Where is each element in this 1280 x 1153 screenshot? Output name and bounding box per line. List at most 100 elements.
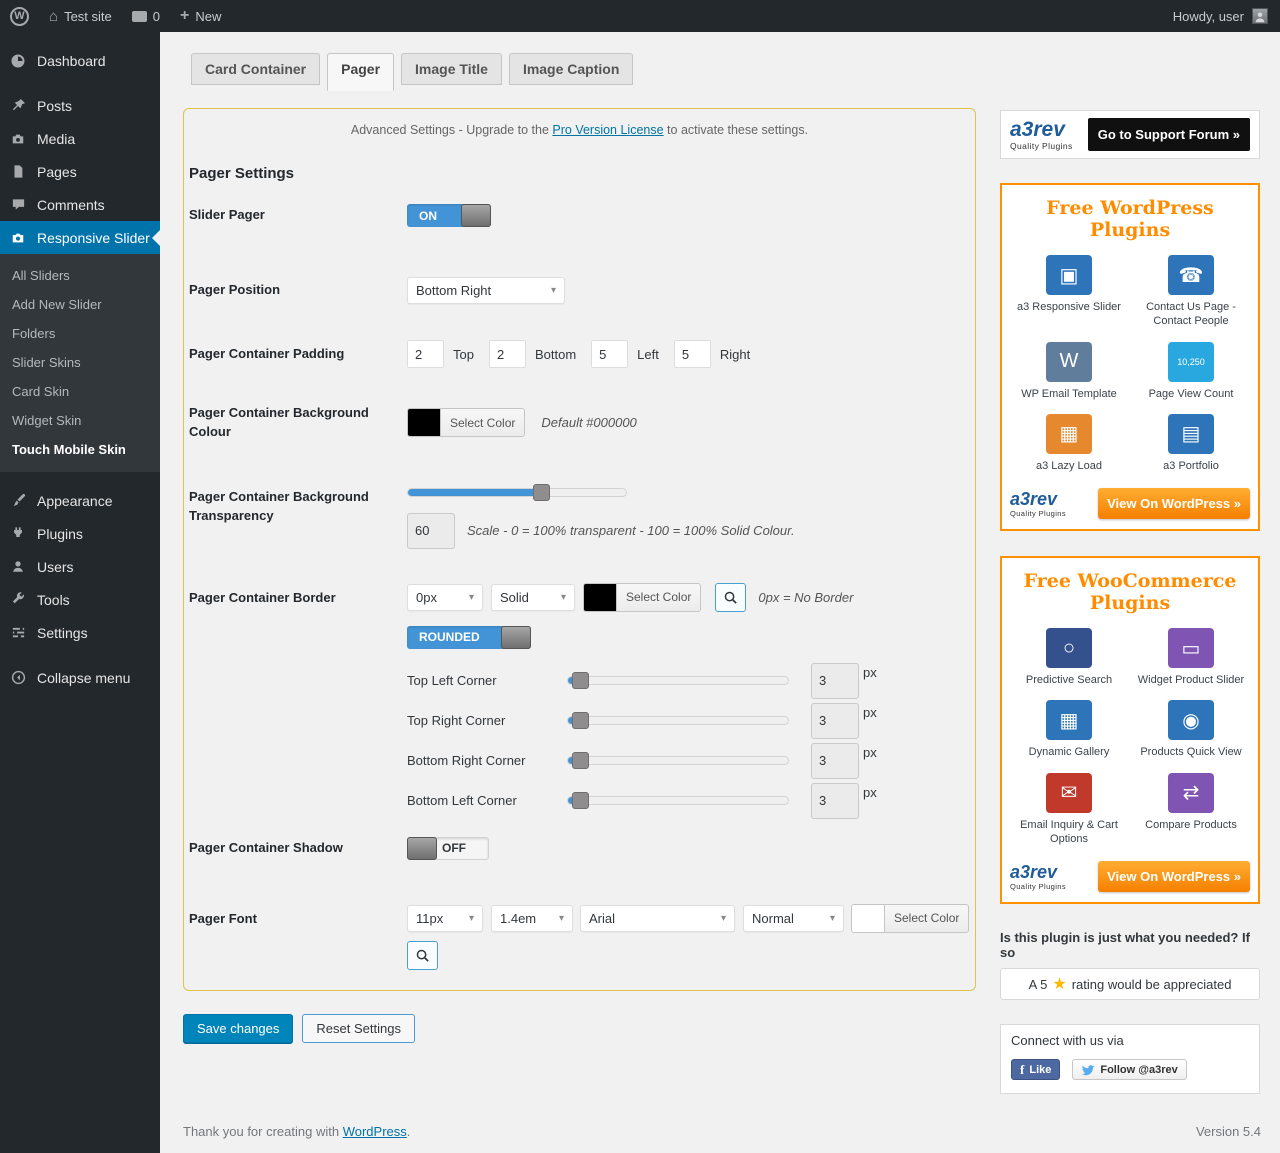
plugin-dynamic-gallery[interactable]: ▦ Dynamic Gallery <box>1008 700 1130 759</box>
padding-right-input[interactable] <box>674 340 711 368</box>
widget-product-slider-icon: ▭ <box>1168 628 1214 668</box>
chevron-down-icon: ▾ <box>721 913 726 924</box>
sidebar-item-tools[interactable]: Tools <box>0 583 160 616</box>
slider-pager-toggle[interactable]: ON <box>407 204 491 227</box>
save-changes-button[interactable]: Save changes <box>183 1014 293 1043</box>
border-style-select[interactable]: Solid ▾ <box>491 584 575 611</box>
support-forum-button[interactable]: Go to Support Forum » <box>1088 118 1250 151</box>
account-menu[interactable]: Howdy, user <box>1173 8 1280 24</box>
upgrade-notice: Advanced Settings - Upgrade to the Pro V… <box>187 109 972 137</box>
submenu-touch-mobile-skin[interactable]: Touch Mobile Skin <box>0 435 160 464</box>
facebook-like-button[interactable]: f Like <box>1011 1059 1060 1080</box>
a3-responsive-slider-icon: ▣ <box>1046 255 1092 295</box>
plugin-wp-email-template[interactable]: W WP Email Template <box>1008 342 1130 401</box>
corner-unit-label: px <box>863 705 877 720</box>
a3rev-logo[interactable]: a3rev Quality Plugins <box>1010 863 1066 891</box>
font-family-select[interactable]: Arial ▾ <box>580 905 735 932</box>
plugin-products-quick-view[interactable]: ◉ Products Quick View <box>1130 700 1252 759</box>
tab-image-title[interactable]: Image Title <box>401 53 502 85</box>
plugin-predictive-search[interactable]: ○ Predictive Search <box>1008 628 1130 687</box>
new-content-menu[interactable]: + New <box>170 0 231 32</box>
view-on-wordpress-button[interactable]: View On WordPress » <box>1098 488 1250 519</box>
submenu-slider-skins[interactable]: Slider Skins <box>0 348 160 377</box>
corner-slider-handle[interactable] <box>572 672 589 689</box>
posts-icon <box>8 97 28 114</box>
submenu-all-sliders[interactable]: All Sliders <box>0 261 160 290</box>
transparency-value-input[interactable] <box>407 513 455 549</box>
font-size-select[interactable]: 11px ▾ <box>407 905 483 932</box>
border-colour-picker-button[interactable]: Select Color <box>583 583 701 612</box>
wordpress-logo-menu[interactable]: W <box>0 0 39 32</box>
sidebar-item-appearance[interactable]: Appearance <box>0 484 160 517</box>
shadow-toggle[interactable]: OFF <box>407 837 489 860</box>
plugin-compare-products[interactable]: ⇄ Compare Products <box>1130 773 1252 847</box>
corner-value-input[interactable] <box>811 663 859 699</box>
font-weight-select[interactable]: Normal ▾ <box>743 905 844 932</box>
tab-card-container[interactable]: Card Container <box>191 53 320 85</box>
plugin-email-inquiry-cart-options[interactable]: ✉ Email Inquiry & Cart Options <box>1008 773 1130 847</box>
sidebar-item-media[interactable]: Media <box>0 122 160 155</box>
corner-value-input[interactable] <box>811 783 859 819</box>
toggle-handle[interactable] <box>461 204 491 227</box>
a3rev-logo[interactable]: a3rev Quality Plugins <box>1010 119 1073 151</box>
rating-link[interactable]: A 5 ★ rating would be appreciated <box>1000 968 1260 1000</box>
border-rounded-toggle[interactable]: ROUNDED <box>407 626 531 649</box>
corner-slider-handle[interactable] <box>572 792 589 809</box>
sidebar-item-plugins[interactable]: Plugins <box>0 517 160 550</box>
toggle-handle[interactable] <box>407 837 437 860</box>
comments-admin-bar-link[interactable]: 0 <box>122 0 170 32</box>
a3rev-logo[interactable]: a3rev Quality Plugins <box>1010 490 1066 518</box>
plugin-a3-lazy-load[interactable]: ▦ a3 Lazy Load <box>1008 414 1130 473</box>
home-icon: ⌂ <box>49 9 58 24</box>
corner-slider[interactable] <box>567 676 789 685</box>
padding-left-input[interactable] <box>591 340 628 368</box>
submenu-folders[interactable]: Folders <box>0 319 160 348</box>
corner-slider-handle[interactable] <box>572 712 589 729</box>
sidebar-item-dashboard[interactable]: Dashboard <box>0 44 160 77</box>
chevron-down-icon: ▾ <box>551 285 556 296</box>
font-colour-picker-button[interactable]: Select Color <box>851 904 969 933</box>
font-preview-button[interactable] <box>407 941 438 970</box>
transparency-slider[interactable] <box>407 488 627 497</box>
toggle-handle[interactable] <box>501 626 531 649</box>
sidebar-item-responsive-slider[interactable]: Responsive Slider <box>0 221 160 254</box>
plugin-widget-product-slider[interactable]: ▭ Widget Product Slider <box>1130 628 1252 687</box>
border-width-select[interactable]: 0px ▾ <box>407 584 483 611</box>
reset-settings-button[interactable]: Reset Settings <box>302 1014 415 1043</box>
padding-bottom-input[interactable] <box>489 340 526 368</box>
pro-version-license-link[interactable]: Pro Version License <box>552 123 663 137</box>
tab-pager[interactable]: Pager <box>327 53 394 91</box>
sidebar-item-collapse-menu[interactable]: Collapse menu <box>0 661 160 694</box>
tab-image-caption[interactable]: Image Caption <box>509 53 633 85</box>
wordpress-link[interactable]: WordPress <box>343 1124 407 1139</box>
wp-plugins-title: Free WordPress Plugins <box>1008 197 1252 241</box>
plugin-contact-us-page[interactable]: ☎ Contact Us Page - Contact People <box>1130 255 1252 329</box>
corner-slider[interactable] <box>567 756 789 765</box>
plugin-a3-portfolio[interactable]: ▤ a3 Portfolio <box>1130 414 1252 473</box>
sidebar-item-comments[interactable]: Comments <box>0 188 160 221</box>
corner-slider[interactable] <box>567 796 789 805</box>
view-on-wordpress-button[interactable]: View On WordPress » <box>1098 861 1250 892</box>
padding-top-input[interactable] <box>407 340 444 368</box>
corner-value-input[interactable] <box>811 743 859 779</box>
corner-slider-handle[interactable] <box>572 752 589 769</box>
sidebar-item-users[interactable]: Users <box>0 550 160 583</box>
sidebar-item-pages[interactable]: Pages <box>0 155 160 188</box>
twitter-follow-button[interactable]: Follow @a3rev <box>1072 1059 1186 1080</box>
line-height-select[interactable]: 1.4em ▾ <box>491 905 573 932</box>
transparency-slider-fill <box>408 489 541 496</box>
pager-position-select[interactable]: Bottom Right ▾ <box>407 277 565 304</box>
corner-value-input[interactable] <box>811 703 859 739</box>
corner-slider[interactable] <box>567 716 789 725</box>
plugin-page-view-count[interactable]: 10,250 Page View Count <box>1130 342 1252 401</box>
sidebar-item-posts[interactable]: Posts <box>0 89 160 122</box>
plugin-a3-responsive-slider[interactable]: ▣ a3 Responsive Slider <box>1008 255 1130 329</box>
transparency-slider-handle[interactable] <box>533 484 550 501</box>
submenu-widget-skin[interactable]: Widget Skin <box>0 406 160 435</box>
sidebar-item-settings[interactable]: Settings <box>0 616 160 649</box>
site-name-link[interactable]: ⌂ Test site <box>39 0 122 32</box>
bg-colour-picker-button[interactable]: Select Color <box>407 408 525 437</box>
submenu-card-skin[interactable]: Card Skin <box>0 377 160 406</box>
submenu-add-new-slider[interactable]: Add New Slider <box>0 290 160 319</box>
border-preview-button[interactable] <box>715 583 746 612</box>
